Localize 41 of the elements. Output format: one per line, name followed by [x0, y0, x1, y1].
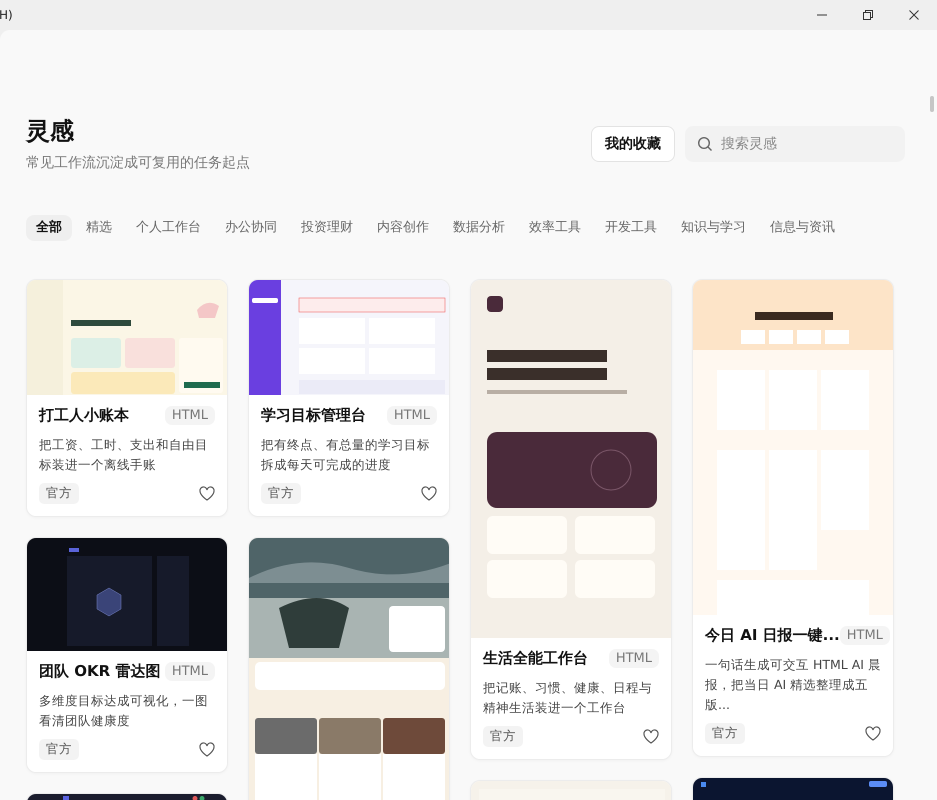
- page-subtitle: 常见工作流沉淀成可复用的任务起点: [26, 154, 250, 173]
- format-badge: HTML: [608, 649, 659, 668]
- category-tab[interactable]: 信息与资讯: [760, 215, 845, 241]
- template-card[interactable]: 生活全能工作台 HTML 把记账、习惯、健康、日程与精神生活装进一个工作台 官方: [470, 279, 672, 760]
- card-title: 今日 AI 日报一键...: [705, 626, 840, 645]
- window-title: H): [0, 8, 13, 22]
- format-badge: HTML: [164, 406, 215, 425]
- format-badge: HTML: [840, 626, 890, 645]
- page-title: 灵感: [26, 116, 75, 147]
- source-tag: 官方: [261, 483, 301, 504]
- favorites-button[interactable]: 我的收藏: [591, 126, 675, 162]
- category-tab[interactable]: 开发工具: [595, 215, 667, 241]
- card-description: 把记账、习惯、健康、日程与精神生活装进一个工作台: [483, 679, 653, 717]
- template-card[interactable]: 打工人小账本 HTML 把工资、工时、支出和自由目标装进一个离线手账 官方: [26, 279, 228, 517]
- source-tag: 官方: [483, 726, 523, 747]
- category-tab[interactable]: 投资理财: [291, 215, 363, 241]
- category-tab[interactable]: 办公协同: [215, 215, 287, 241]
- template-card[interactable]: 今日 AI 日报一键... HTML 一句话生成可交互 HTML AI 晨报，把当日 AI 精选整理成五版... 官方: [692, 279, 894, 757]
- format-badge: HTML: [164, 662, 215, 681]
- card-title: 生活全能工作台: [483, 649, 588, 668]
- card-title: 团队 OKR 雷达图: [39, 662, 160, 681]
- source-tag: 官方: [705, 723, 745, 744]
- card-description: 多维度目标达成可视化，一图看清团队健康度: [39, 692, 209, 730]
- card-description: 把工资、工时、支出和自由目标装进一个离线手账: [39, 436, 209, 474]
- template-card[interactable]: 团队 OKR 雷达图 HTML 多维度目标达成可视化，一图看清团队健康度 官方: [26, 537, 228, 773]
- category-tab[interactable]: 效率工具: [519, 215, 591, 241]
- format-badge: HTML: [386, 406, 437, 425]
- category-tab[interactable]: 数据分析: [443, 215, 515, 241]
- card-title: 学习目标管理台: [261, 406, 366, 425]
- source-tag: 官方: [39, 483, 79, 504]
- category-tab[interactable]: 个人工作台: [126, 215, 211, 241]
- card-title: 打工人小账本: [39, 406, 129, 425]
- search-field[interactable]: 搜索灵感: [685, 126, 905, 162]
- category-tab[interactable]: 知识与学习: [671, 215, 756, 241]
- source-tag: 官方: [39, 739, 79, 760]
- template-card[interactable]: 学习目标管理台 HTML 把有终点、有总量的学习目标拆成每天可完成的进度 官方: [248, 279, 450, 517]
- card-description: 一句话生成可交互 HTML AI 晨报，把当日 AI 精选整理成五版...: [705, 656, 881, 714]
- card-description: 把有终点、有总量的学习目标拆成每天可完成的进度: [261, 436, 431, 474]
- category-tab[interactable]: 内容创作: [367, 215, 439, 241]
- category-tab[interactable]: 全部: [26, 215, 72, 241]
- category-tab[interactable]: 精选: [76, 215, 122, 241]
